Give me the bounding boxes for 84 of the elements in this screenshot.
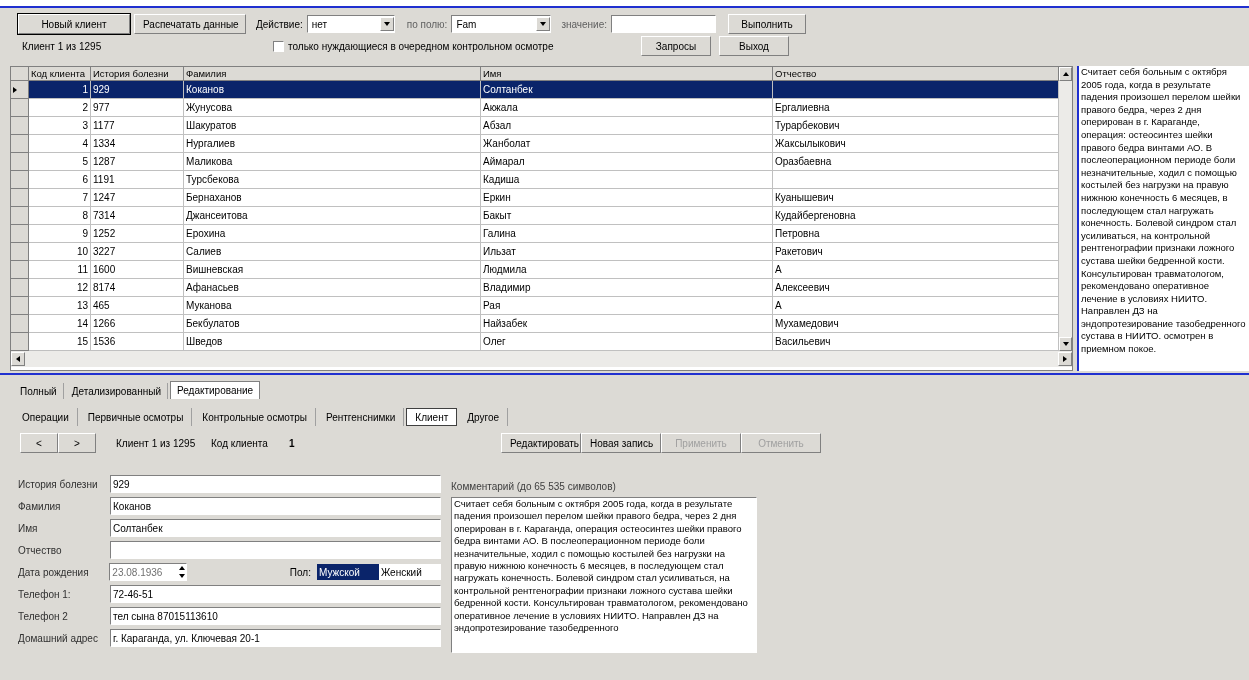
gender-label: Пол: bbox=[289, 565, 311, 580]
previous-button[interactable]: < bbox=[20, 433, 58, 453]
up-arrow-icon bbox=[1061, 70, 1070, 78]
table-row[interactable]: 5 1287 Маликова Аймарал Оразбаевна bbox=[11, 153, 1059, 171]
comment-label: Комментарий (до 65 535 символов) bbox=[451, 480, 617, 493]
comment-panel: Считает себя больным с октября 2005 года, когда в результате падения произошел перелом шейки правого бедра, через 2 дня оперирован в г. Караганде, операция: остеосинтез шейки правого бедра винтами АО. В послеоперационном периоде боли незначительные, ходил с помощью костылей без нагрузки на правую нижнюю конечность 6 месяцев, в последующем стал нагружать конечность. Болевой синдром стал усиливаться, на контрольной рентгенографии признаки ложного сустава шейки бедренной кости. Консультирован травматологом, рекомендовано оперативное лечение в условиях НИИТО. Направлен ДЗ на эндопротезирование тазобедренного сустава в НИИТО. осмотрен в приемном покое. bbox=[1077, 66, 1249, 371]
queries-button[interactable]: Запросы bbox=[641, 36, 711, 56]
horizontal-scrollbar[interactable] bbox=[11, 351, 1072, 367]
column-header[interactable]: Код клиента bbox=[29, 67, 91, 81]
right-arrow-icon bbox=[1061, 355, 1069, 363]
subtab[interactable]: Другое bbox=[459, 408, 509, 426]
action-button[interactable]: Редактировать bbox=[501, 433, 581, 453]
table-row[interactable]: 8 7314 Джансеитова Бакыт Кудайбергеновна bbox=[11, 207, 1059, 225]
left-arrow-icon bbox=[14, 355, 22, 363]
text-field[interactable]: 72-46-51 bbox=[110, 585, 441, 603]
table-row[interactable]: 15 1536 Шведов Олег Васильевич bbox=[11, 333, 1059, 351]
field-label: Телефон 2 bbox=[18, 609, 69, 624]
next-button[interactable]: > bbox=[58, 433, 96, 453]
table-row[interactable]: 9 1252 Ерохина Галина Петровна bbox=[11, 225, 1059, 243]
text-field[interactable]: Солтанбек bbox=[110, 519, 441, 537]
down-arrow-icon bbox=[539, 20, 548, 28]
gender-option[interactable]: Мужской bbox=[317, 564, 379, 580]
new-client-button[interactable]: Новый клиент bbox=[18, 14, 130, 34]
date-field[interactable]: 23.08.1936 bbox=[109, 563, 187, 581]
comment-textarea[interactable]: Считает себя больным с октября 2005 года, когда в результате падения произошел перелом шейки правого бедра, через 2 дня оперирован в г. Караганда, операция остеосинтез шейки правого бедра винтами АО. В послеоперационном периоде боли незначительные, ходил с помощью костылей без нагрузки на правую нижнюю конечность 6 месяцев, в последующем стал нагружать конечность. Болевой синдром стал усиливаться, на контрольной рентгенографии признаки ложного сустава шейки бедренной кости. Консультирован травматологом, рекомендовано оперативное лечение в условиях НИИТО. Направлен ДЗ на эндопротезирование тазобедренного bbox=[451, 497, 757, 653]
text-field[interactable]: 929 bbox=[110, 475, 441, 493]
column-header[interactable]: Отчество bbox=[773, 67, 1059, 81]
field-dropdown[interactable]: Fam bbox=[451, 15, 552, 33]
value-input[interactable] bbox=[611, 15, 717, 33]
table-row[interactable]: 14 1266 Бекбулатов Найзабек Мухамедович bbox=[11, 315, 1059, 333]
text-field[interactable] bbox=[110, 541, 441, 559]
column-header[interactable]: Фамилия bbox=[184, 67, 481, 81]
filter-label: только нуждающиеся в очередном контрольном осмотре bbox=[288, 39, 554, 54]
column-header[interactable]: История болезни bbox=[91, 67, 184, 81]
nav-counter: Клиент 1 из 1295 bbox=[116, 436, 197, 451]
text-field[interactable]: тел сына 87015113610 bbox=[110, 607, 441, 625]
filter-checkbox[interactable] bbox=[273, 40, 284, 52]
subtab[interactable]: Первичные осмотры bbox=[79, 408, 193, 426]
table-row[interactable]: 3 1177 Шакуратов Абзал Турарбекович bbox=[11, 117, 1059, 135]
record-counter: Клиент 1 из 1295 bbox=[21, 39, 103, 54]
up-arrow-icon bbox=[177, 564, 186, 572]
subtab[interactable]: Рентгенснимки bbox=[317, 408, 405, 426]
field-label: Фамилия bbox=[18, 499, 62, 514]
text-field[interactable]: Коканов bbox=[110, 497, 441, 515]
table-row[interactable]: 11 1600 Вишневская Людмила А bbox=[11, 261, 1059, 279]
field-label: Домашний адрес bbox=[18, 631, 99, 646]
client-code-value: 1 bbox=[289, 436, 296, 451]
text-field[interactable]: г. Караганда, ул. Ключевая 20-1 bbox=[110, 629, 441, 647]
table-row[interactable]: 4 1334 Нургалиев Жанболат Жаксылыкович bbox=[11, 135, 1059, 153]
tab[interactable]: Полный bbox=[14, 383, 64, 399]
client-code-label: Код клиента bbox=[211, 436, 269, 451]
action-label: Действие: bbox=[256, 17, 303, 32]
value-label: значение: bbox=[561, 17, 608, 32]
subtab[interactable]: Контрольные осмотры bbox=[194, 408, 316, 426]
down-arrow-icon bbox=[1061, 340, 1070, 348]
field-label: Имя bbox=[18, 521, 39, 536]
table-row[interactable]: 2 977 Жунусова Акжала Ергалиевна bbox=[11, 99, 1059, 117]
subtab[interactable]: Клиент bbox=[406, 408, 458, 426]
table-row[interactable]: 12 8174 Афанасьев Владимир Алексеевич bbox=[11, 279, 1059, 297]
tab[interactable]: Детализированный bbox=[65, 383, 168, 399]
exit-button[interactable]: Выход bbox=[719, 36, 789, 56]
down-arrow-icon bbox=[382, 20, 391, 28]
tab[interactable]: Редактирование bbox=[170, 381, 261, 399]
table-row[interactable]: 6 1191 Турсбекова Кадиша bbox=[11, 171, 1059, 189]
execute-button[interactable]: Выполнить bbox=[728, 14, 807, 34]
column-header[interactable]: Имя bbox=[481, 67, 773, 81]
field-label: Телефон 1: bbox=[18, 587, 72, 602]
print-button[interactable]: Распечатать данные bbox=[134, 14, 246, 34]
table-row[interactable]: 10 3227 Салиев Ильзат Ракетович bbox=[11, 243, 1059, 261]
field-label: История болезни bbox=[18, 477, 99, 492]
table-row[interactable]: 13 465 Муканова Рая А bbox=[11, 297, 1059, 315]
row-indicator[interactable] bbox=[11, 81, 29, 99]
gender-option[interactable]: Женский bbox=[379, 564, 441, 580]
table-row[interactable]: 1 929 Коканов Солтанбек bbox=[11, 81, 1059, 99]
action-dropdown[interactable]: нет bbox=[306, 15, 395, 33]
action-button[interactable]: Новая запись bbox=[581, 433, 661, 453]
down-arrow-icon bbox=[177, 572, 186, 580]
field-label: Отчество bbox=[18, 543, 63, 558]
field-label: по полю: bbox=[406, 17, 448, 32]
field-label: Дата рождения bbox=[18, 565, 90, 580]
vertical-scrollbar[interactable] bbox=[1059, 67, 1072, 351]
right-arrow-icon bbox=[11, 85, 19, 94]
table-row[interactable]: 7 1247 Бернаханов Еркин Куанышевич bbox=[11, 189, 1059, 207]
subtab[interactable]: Операции bbox=[14, 408, 78, 426]
